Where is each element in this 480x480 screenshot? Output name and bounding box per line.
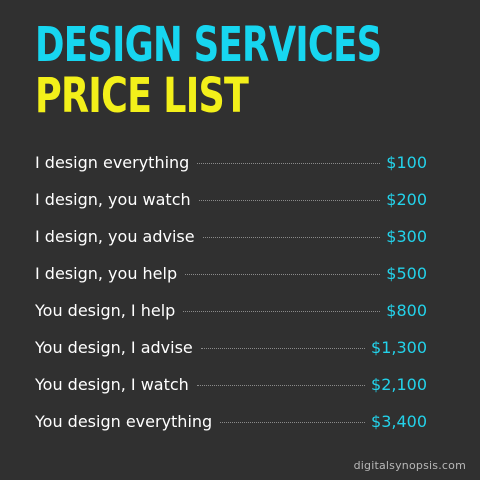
dot-leader: [200, 348, 366, 349]
service-label: I design, you help: [35, 264, 178, 283]
service-price: $200: [386, 190, 427, 209]
price-row: I design, you help $500: [35, 264, 427, 301]
service-price: $500: [386, 264, 427, 283]
dot-leader: [185, 274, 381, 275]
title-design-services: DESIGN SERVICES: [35, 17, 382, 73]
service-label: You design, I help: [35, 301, 176, 320]
price-row: I design everything $100: [35, 153, 427, 190]
service-price: $3,400: [371, 412, 427, 431]
price-row: I design, you advise $300: [35, 227, 427, 264]
dot-leader: [197, 163, 381, 164]
service-price: $100: [386, 153, 427, 172]
dot-leader: [220, 422, 366, 423]
dot-leader: [202, 237, 381, 238]
price-row: I design, you watch $200: [35, 190, 427, 227]
service-price: $300: [386, 227, 427, 246]
price-row: You design, I watch $2,100: [35, 375, 427, 412]
service-price: $1,300: [371, 338, 427, 357]
title-price-list: PRICE LIST: [35, 68, 249, 124]
price-row: You design, I advise $1,300: [35, 338, 427, 375]
dot-leader: [196, 385, 366, 386]
price-row: You design everything $3,400: [35, 412, 427, 449]
service-label: You design everything: [35, 412, 213, 431]
price-list-poster: DESIGN SERVICES PRICE LIST I design ever…: [0, 0, 480, 480]
service-label: I design, you advise: [35, 227, 195, 246]
dot-leader: [183, 311, 381, 312]
dot-leader: [198, 200, 381, 201]
service-price: $800: [386, 301, 427, 320]
service-label: I design, you watch: [35, 190, 191, 209]
source-credit: digitalsynopsis.com: [353, 459, 466, 472]
service-price: $2,100: [371, 375, 427, 394]
service-label: You design, I advise: [35, 338, 193, 357]
price-list: I design everything $100 I design, you w…: [35, 153, 427, 449]
service-label: You design, I watch: [35, 375, 189, 394]
price-row: You design, I help $800: [35, 301, 427, 338]
service-label: I design everything: [35, 153, 190, 172]
